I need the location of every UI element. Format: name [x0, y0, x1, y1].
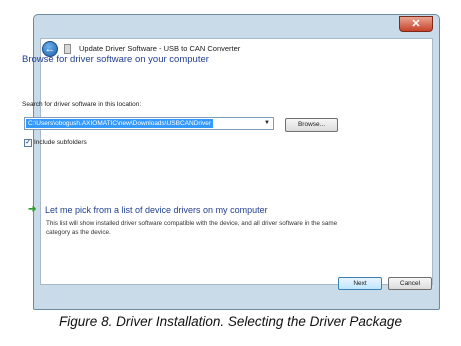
chevron-down-icon[interactable]: ▼ [261, 118, 273, 129]
driver-path-input[interactable]: C:\Users\obogush.AXIOMATIC\new\Downloads… [24, 117, 274, 130]
dialog-content: ← Update Driver Software - USB to CAN Co… [40, 38, 433, 285]
driver-path-value: C:\Users\obogush.AXIOMATIC\new\Downloads… [26, 119, 214, 128]
search-location-label: Search for driver software in this locat… [22, 101, 142, 108]
green-arrow-icon: ➜ [28, 204, 37, 215]
cancel-button[interactable]: Cancel [388, 277, 432, 290]
usb-device-icon [64, 44, 71, 54]
pick-from-list-link[interactable]: Let me pick from a list of device driver… [45, 205, 268, 215]
pick-from-list-description: This list will show installed driver sof… [46, 220, 338, 236]
close-icon: ✕ [411, 18, 421, 30]
page-heading: Browse for driver software on your compu… [22, 54, 209, 65]
figure-caption: Figure 8. Driver Installation. Selecting… [59, 314, 402, 329]
include-subfolders-label: Include subfolders [34, 139, 87, 146]
include-subfolders-checkbox[interactable]: ✓ [24, 139, 32, 147]
window-title: Update Driver Software - USB to CAN Conv… [79, 44, 241, 53]
next-button[interactable]: Next [338, 277, 382, 290]
close-button[interactable]: ✕ [399, 16, 433, 32]
browse-button[interactable]: Browse... [285, 118, 338, 132]
